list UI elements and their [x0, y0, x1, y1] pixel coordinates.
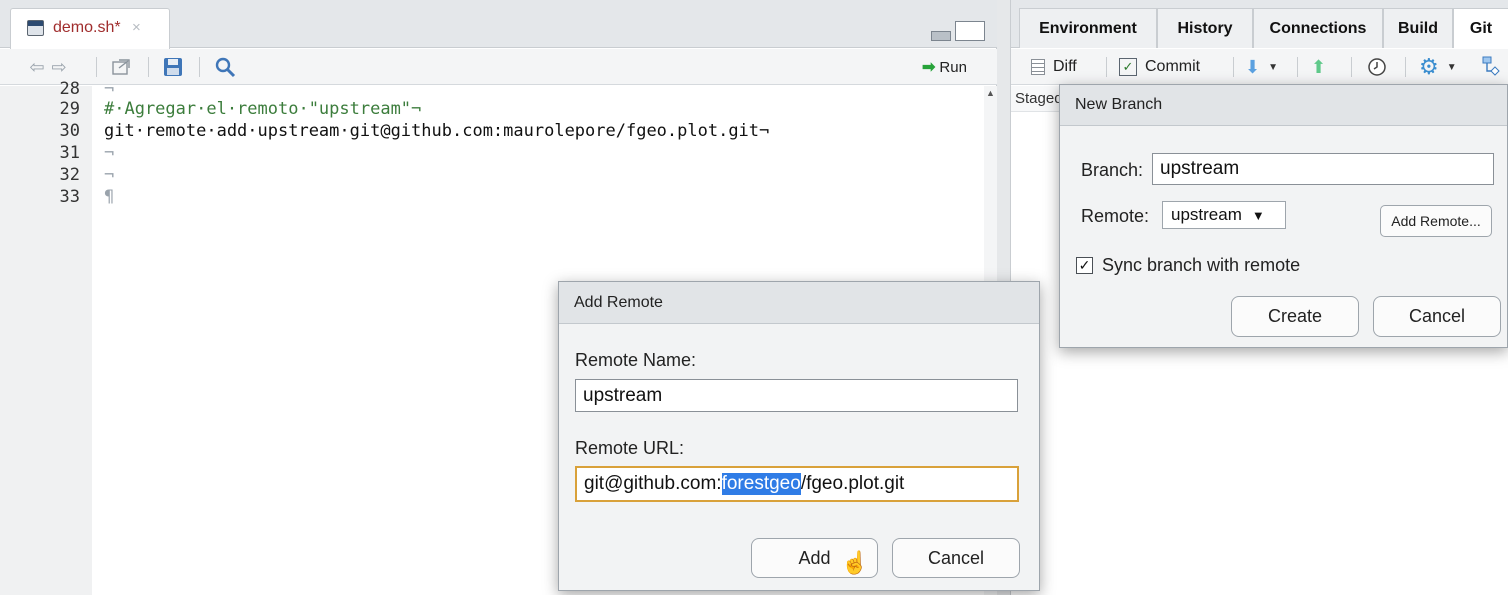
file-tab-demo-sh[interactable]: demo.sh* × — [10, 8, 170, 49]
dialog-title: New Branch — [1060, 85, 1507, 126]
add-remote-dialog: Add Remote Remote Name: upstream Remote … — [558, 281, 1040, 591]
diff-icon — [1031, 59, 1045, 75]
code-line: ¬ — [104, 165, 115, 185]
shell-script-icon — [27, 20, 44, 36]
toolbar-separator — [1405, 57, 1406, 77]
save-icon[interactable] — [160, 55, 186, 79]
clock-icon — [1368, 58, 1386, 76]
search-icon[interactable] — [212, 55, 238, 79]
pane-tab-bar: Environment History Connections Build Gi… — [1011, 0, 1508, 48]
add-remote-button[interactable]: Add Remote... — [1380, 205, 1492, 237]
toolbar-separator — [1351, 57, 1352, 77]
forward-arrow-icon[interactable]: ⇨ — [48, 55, 70, 79]
remote-field-label: Remote: — [1081, 206, 1150, 226]
commit-button[interactable]: ✓ Commit — [1119, 55, 1200, 79]
push-arrow-icon: ⬆ — [1311, 56, 1327, 77]
code-line-git-command: git·remote·add·upstream·git@github.com:m… — [104, 121, 770, 141]
sync-branch-label: Sync branch with remote — [1102, 255, 1301, 275]
code-line: ¶ — [104, 187, 115, 207]
url-text-suffix: /fgeo.plot.git — [800, 473, 905, 494]
code-line-comment: #·Agregar·el·remoto·"upstream"¬ — [104, 99, 422, 119]
pull-arrow-icon: ⬇ — [1245, 56, 1261, 77]
push-button[interactable]: ⬆ — [1311, 55, 1326, 79]
minimize-pane-button[interactable] — [931, 31, 951, 41]
branch-icon — [1482, 56, 1500, 76]
toolbar-separator — [96, 57, 97, 77]
show-in-window-icon[interactable] — [108, 55, 134, 79]
more-settings-button[interactable]: ⚙ ▼ — [1419, 54, 1457, 79]
commit-checkbox-icon: ✓ — [1119, 58, 1137, 76]
code-line: ¬ — [104, 143, 115, 163]
file-tab-label: demo.sh* — [53, 19, 121, 36]
tab-build[interactable]: Build — [1383, 8, 1453, 48]
diff-label: Diff — [1053, 58, 1077, 75]
history-button[interactable] — [1367, 55, 1387, 79]
toolbar-separator — [1297, 57, 1298, 77]
rstudio-window: demo.sh* × ⇦ ⇨ ➡ Run 28 29 30 31 32 33 ¬… — [0, 0, 1508, 595]
remote-name-input[interactable]: upstream — [575, 379, 1018, 412]
dialog-title: Add Remote — [559, 282, 1039, 324]
editor-tab-bar: demo.sh* × — [0, 0, 997, 49]
line-number: 31 — [59, 143, 80, 163]
run-label: Run — [939, 58, 967, 76]
url-text-prefix: git@github.com: — [584, 473, 722, 494]
run-button[interactable]: ➡ Run — [922, 55, 967, 79]
line-number: 28 — [59, 79, 80, 99]
scroll-up-icon[interactable]: ▲ — [986, 88, 995, 98]
commit-label: Commit — [1145, 58, 1201, 75]
hand-pointer-cursor-icon: ☝ — [841, 550, 869, 575]
tab-git[interactable]: Git — [1453, 8, 1508, 48]
toolbar-separator — [1106, 57, 1107, 77]
url-text-selection: forestgeo — [721, 473, 801, 495]
tab-environment[interactable]: Environment — [1019, 8, 1157, 48]
run-arrow-icon: ➡ — [922, 59, 936, 76]
code-line: ¬ — [104, 79, 115, 99]
close-tab-icon[interactable]: × — [132, 19, 141, 36]
tab-connections[interactable]: Connections — [1253, 8, 1383, 48]
branch-field-label: Branch: — [1081, 160, 1144, 180]
editor-toolbar: ⇦ ⇨ ➡ Run — [0, 49, 997, 85]
cancel-button[interactable]: Cancel — [1373, 296, 1501, 337]
dropdown-caret-icon: ▼ — [1251, 207, 1265, 223]
pull-button[interactable]: ⬇ ▼ — [1245, 55, 1278, 79]
tab-history[interactable]: History — [1157, 8, 1253, 48]
cancel-button[interactable]: Cancel — [892, 538, 1020, 578]
create-button[interactable]: Create — [1231, 296, 1359, 337]
chevron-down-icon: ▼ — [1268, 61, 1278, 73]
remote-name-label: Remote Name: — [575, 350, 697, 370]
back-arrow-icon[interactable]: ⇦ — [26, 55, 48, 79]
new-branch-dialog: New Branch Branch: upstream Remote: upst… — [1059, 84, 1508, 348]
new-branch-button[interactable] — [1481, 55, 1505, 79]
diff-button[interactable]: Diff — [1031, 55, 1077, 79]
remote-url-label: Remote URL: — [575, 438, 685, 458]
branch-name-input[interactable]: upstream — [1152, 153, 1494, 185]
remote-url-input[interactable]: git@github.com: forestgeo/fgeo.plot.git — [575, 466, 1019, 502]
gear-icon: ⚙ — [1419, 54, 1439, 79]
toolbar-separator — [148, 57, 149, 77]
remote-select-value: upstream — [1171, 205, 1242, 224]
line-number: 30 — [59, 121, 80, 141]
maximize-pane-button[interactable] — [955, 21, 985, 41]
line-number: 32 — [59, 165, 80, 185]
line-number: 33 — [59, 187, 80, 207]
line-number: 29 — [59, 99, 80, 119]
remote-select[interactable]: upstream ▼ — [1162, 201, 1286, 229]
chevron-down-icon: ▼ — [1446, 61, 1457, 73]
git-toolbar: Diff ✓ Commit ⬇ ▼ ⬆ ⚙ ▼ — [1011, 49, 1508, 85]
toolbar-separator — [199, 57, 200, 77]
sync-branch-checkbox[interactable]: ✓ — [1076, 257, 1093, 274]
toolbar-separator — [1233, 57, 1234, 77]
